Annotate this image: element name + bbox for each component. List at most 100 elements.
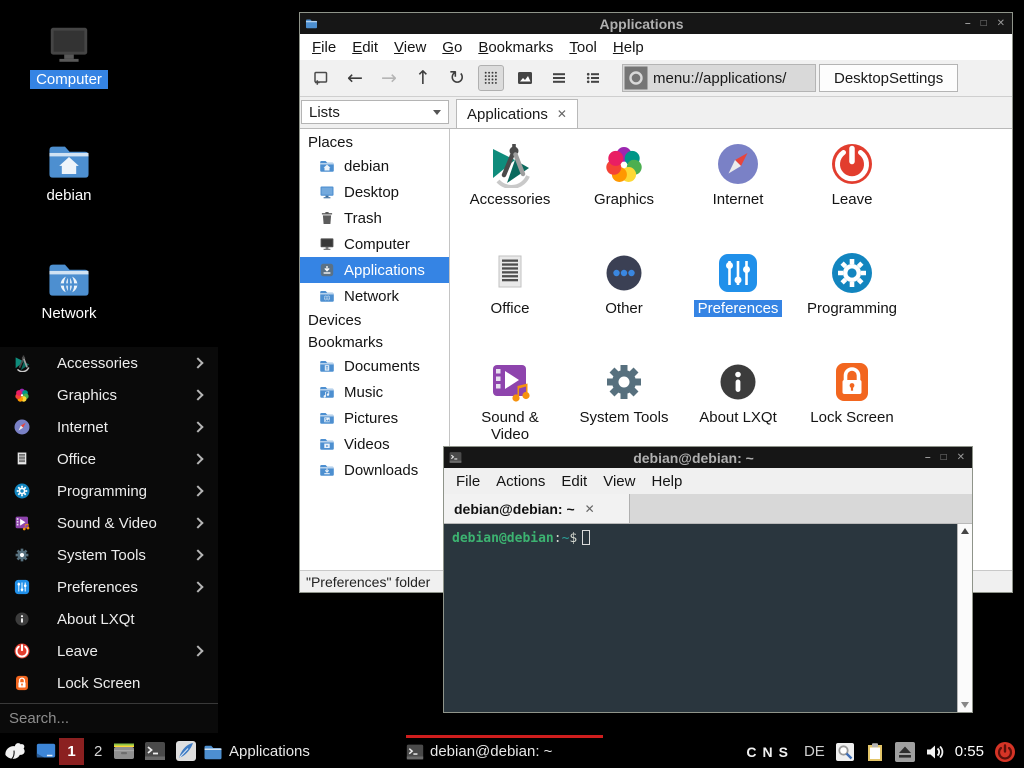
forward-button[interactable]: → [376, 65, 402, 91]
sidebar-item-videos[interactable]: Videos [300, 431, 449, 457]
menu-help[interactable]: Help [643, 473, 690, 490]
sidebar-item-computer[interactable]: Computer [300, 231, 449, 257]
tab-close-icon[interactable]: ✕ [585, 502, 595, 516]
workspace-2[interactable]: 2 [94, 735, 102, 768]
app-category-lock-screen[interactable]: Lock Screen [797, 358, 907, 426]
menu-item-sound-video[interactable]: Sound & Video [0, 507, 218, 539]
scroll-up-icon[interactable] [961, 528, 969, 534]
terminal-titlebar[interactable]: debian@debian: ~ – □ ✕ [444, 447, 972, 468]
close-button[interactable]: ✕ [997, 18, 1005, 29]
close-button[interactable]: ✕ [957, 452, 965, 463]
clock[interactable]: 0:55 [955, 743, 984, 760]
sidebar-item-music[interactable]: Music [300, 379, 449, 405]
terminal-screen[interactable]: debian@debian:~$ [444, 524, 957, 712]
fm-titlebar[interactable]: Applications – □ ✕ [300, 13, 1012, 34]
menu-file[interactable]: File [304, 39, 344, 56]
minimize-button[interactable]: – [965, 18, 971, 29]
menu-item-about-lxqt[interactable]: About LXQt [0, 603, 218, 635]
terminal-tab[interactable]: debian@debian: ~ ✕ [444, 494, 630, 523]
menu-view[interactable]: View [386, 39, 434, 56]
menu-item-system-tools[interactable]: System Tools [0, 539, 218, 571]
menu-view[interactable]: View [595, 473, 643, 490]
menu-item-lock-screen[interactable]: Lock Screen [0, 667, 218, 699]
detailed-view-button[interactable] [580, 65, 606, 91]
menu-item-office[interactable]: Office [0, 443, 218, 475]
menu-item-accessories[interactable]: Accessories [0, 347, 218, 379]
app-category-accessories[interactable]: Accessories [455, 140, 565, 208]
app-category-about-lxqt[interactable]: About LXQt [683, 358, 793, 426]
menu-actions[interactable]: Actions [488, 473, 553, 490]
up-button[interactable]: ↑ [410, 65, 436, 91]
folder-documents-icon [319, 358, 335, 374]
screenshot-icon[interactable] [835, 742, 855, 762]
app-category-preferences[interactable]: Preferences [683, 249, 793, 317]
eject-icon[interactable] [895, 742, 915, 762]
menu-search-input[interactable]: Search... [0, 703, 218, 733]
menu-item-preferences[interactable]: Preferences [0, 571, 218, 603]
scroll-down-icon[interactable] [961, 702, 969, 708]
sidebar-item-desktop[interactable]: Desktop [300, 179, 449, 205]
address-bar[interactable]: menu://applications/ [622, 64, 816, 92]
menu-edit[interactable]: Edit [553, 473, 595, 490]
clipboard-icon[interactable] [865, 742, 885, 762]
menu-tool[interactable]: Tool [561, 39, 605, 56]
menu-edit[interactable]: Edit [344, 39, 386, 56]
sidebar-item-applications[interactable]: Applications [300, 257, 449, 283]
task-label: Applications [229, 743, 310, 760]
maximize-button[interactable]: □ [941, 452, 947, 463]
sidebar-item-label: Desktop [344, 184, 399, 201]
desktop-settings-button[interactable]: DesktopSettings [819, 64, 958, 92]
quicklaunch-file-manager[interactable] [113, 740, 135, 762]
sidebar-item-debian[interactable]: debian [300, 153, 449, 179]
menu-item-internet[interactable]: Internet [0, 411, 218, 443]
new-tab-button[interactable] [308, 65, 334, 91]
programming-icon [828, 249, 876, 297]
minimize-button[interactable]: – [925, 452, 931, 463]
menu-go[interactable]: Go [434, 39, 470, 56]
show-desktop-button[interactable] [35, 741, 57, 763]
sidebar-item-downloads[interactable]: Downloads [300, 457, 449, 483]
thumbnail-view-button[interactable] [512, 65, 538, 91]
app-category-programming[interactable]: Programming [797, 249, 907, 317]
menu-bookmarks[interactable]: Bookmarks [470, 39, 561, 56]
tab-close-icon[interactable]: ✕ [557, 107, 567, 121]
panel-view-combo[interactable]: Lists [301, 100, 449, 124]
app-category-sound-video[interactable]: Sound & Video [455, 358, 565, 443]
terminal-scrollbar[interactable] [957, 524, 972, 712]
tab-applications[interactable]: Applications ✕ [456, 99, 578, 128]
desktop-icon-computer[interactable]: Computer [14, 22, 124, 89]
sidebar-item-documents[interactable]: Documents [300, 353, 449, 379]
menu-item-programming[interactable]: Programming [0, 475, 218, 507]
app-category-office[interactable]: Office [455, 249, 565, 317]
sidebar-item-pictures[interactable]: Pictures [300, 405, 449, 431]
quicklaunch-featherpad[interactable] [175, 740, 197, 762]
sidebar-item-trash[interactable]: Trash [300, 205, 449, 231]
app-menu-button[interactable] [3, 740, 26, 763]
desktop-icon-debian[interactable]: debian [14, 138, 124, 205]
graphics-icon [600, 140, 648, 188]
app-category-system-tools[interactable]: System Tools [569, 358, 679, 426]
app-category-internet[interactable]: Internet [683, 140, 793, 208]
menu-help[interactable]: Help [605, 39, 652, 56]
quicklaunch-qterminal[interactable] [144, 740, 166, 762]
desktop-icon-network[interactable]: Network [14, 256, 124, 323]
task-debian-debian[interactable]: debian@debian: ~ [406, 735, 603, 768]
icon-view-button[interactable] [478, 65, 504, 91]
sidebar-item-network[interactable]: Network [300, 283, 449, 309]
volume-icon[interactable] [925, 742, 945, 762]
menu-file[interactable]: File [448, 473, 488, 490]
power-button[interactable] [994, 741, 1016, 763]
keyboard-layout[interactable]: DE [804, 743, 825, 760]
menu-item-leave[interactable]: Leave [0, 635, 218, 667]
menu-item-graphics[interactable]: Graphics [0, 379, 218, 411]
app-category-leave[interactable]: Leave [797, 140, 907, 208]
app-category-graphics[interactable]: Graphics [569, 140, 679, 208]
maximize-button[interactable]: □ [981, 18, 987, 29]
back-button[interactable]: ← [342, 65, 368, 91]
app-category-other[interactable]: Other [569, 249, 679, 317]
internet-icon [13, 418, 31, 436]
task-applications[interactable]: Applications [203, 735, 399, 768]
compact-view-button[interactable] [546, 65, 572, 91]
workspace-1[interactable]: 1 [59, 738, 84, 765]
refresh-button[interactable]: ↻ [444, 65, 470, 91]
